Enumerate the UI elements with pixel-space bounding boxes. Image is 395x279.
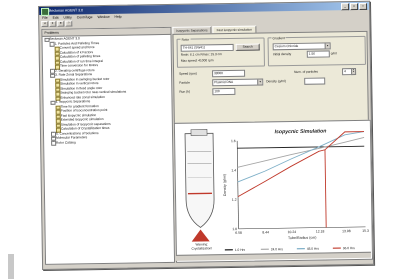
initial-density-label: Initial density [272, 52, 292, 57]
initial-density-unit: g/ml [330, 51, 337, 56]
crystallization-warning: Warning: Crystallization! [191, 242, 213, 251]
work-pane: Isopycnic Separations Fast isopycnic sim… [172, 23, 374, 263]
x-tick-label: 6.58 [235, 231, 242, 235]
gradient-group-label: Gradient [271, 35, 286, 40]
legend-label: 24.0 Hrs [271, 247, 284, 251]
particle-select[interactable]: Plasmid DNA ▼ [212, 78, 264, 87]
density-field[interactable] [304, 77, 326, 85]
cable [8, 254, 14, 279]
density-label: Density (g/ml) [266, 79, 286, 84]
rotor-name-field[interactable]: TH-641 (SW41) [180, 43, 234, 52]
rotor-search-button[interactable]: Search [235, 43, 260, 51]
gradient-group: Gradient Cesium Chloride ▼ Initial densi… [267, 35, 366, 67]
tree-item-label: Rotor Catalog [56, 139, 76, 145]
gradient-type-value: Cesium Chloride [274, 43, 299, 49]
problems-pane: Problems − Beckman AGENT 3.0−1. Particles… [41, 26, 176, 265]
rotor-group: Rotor TH-641 (SW41) Search Rmin: 6.1 cm … [176, 37, 265, 68]
simulation-graph-area: Warning: Crystallization! Isopycnic Simu… [173, 119, 374, 263]
run-time-field[interactable]: 100 [212, 87, 236, 96]
centrifuge-tube-diagram [184, 129, 215, 228]
particle-label: Particle [179, 80, 190, 85]
series-line [237, 131, 365, 183]
series-line [237, 136, 365, 168]
x-tick-label: 12.18 [316, 230, 325, 234]
rotor-info-maxspeed: Max speed: 41000 rpm [180, 58, 214, 63]
x-tick-label: 8.44 [262, 230, 269, 234]
particle-band-line [324, 149, 327, 228]
x-tick-label: 15.3 [362, 229, 369, 233]
rotor-group-label: Rotor [180, 37, 191, 42]
help-button[interactable]: ? [65, 20, 73, 27]
chevron-down-icon[interactable]: ▼ [324, 43, 330, 49]
app-window: Beckman AGENT 3.0 _ □ × File Edit Utilit… [38, 0, 375, 270]
legend-label: 1.0 Hrs [235, 248, 246, 252]
tube-outline [184, 132, 215, 228]
x-tick-label: 13.98 [342, 229, 351, 233]
y-tick-label: 1.6 [231, 139, 236, 143]
legend-label: 96.0 Hrs [343, 246, 356, 250]
x-axis-label: Tube/Radius (cm) [288, 236, 316, 240]
forward-button[interactable]: ► [49, 20, 57, 27]
run-time-label: Run (h) [179, 89, 191, 94]
speed-label: Speed (rpm) [179, 71, 197, 76]
y-axis-label: Density (g/ml) [223, 174, 227, 196]
chart-title: Isopycnic Simulation [275, 128, 327, 135]
y-axis [236, 140, 239, 229]
x-tick-label: 10.24 [288, 230, 297, 234]
parameters-form: Rotor TH-641 (SW41) Search Rmin: 6.1 cm … [172, 30, 369, 124]
speed-field[interactable]: 38000 [212, 69, 246, 78]
stop-button[interactable]: ■ [57, 20, 65, 27]
chevron-down-icon[interactable]: ▼ [257, 79, 263, 85]
window-title: Beckman AGENT 3.0 [49, 8, 84, 13]
warning-icon [191, 229, 210, 242]
initial-density-field[interactable]: 1.56 [306, 50, 330, 58]
tree-item[interactable]: − Rotor Catalog [44, 138, 172, 146]
rotor-info-radius: Rmin: 6.1 cm Rmax: 15.3 cm [180, 52, 222, 57]
num-particles-label: Num. of particles [294, 69, 319, 74]
num-particles-spinner[interactable]: ▲ ▼ [351, 68, 357, 76]
legend-label: 48.0 Hrs [307, 247, 320, 251]
back-button[interactable]: ◄ [41, 20, 49, 27]
expand-toggle-icon[interactable]: − [51, 141, 56, 146]
series-line [237, 145, 365, 149]
y-tick-label: 1.4 [231, 168, 236, 172]
isopycnic-chart: Isopycnic Simulation1.61.41.21.06.58 8.44… [223, 128, 369, 252]
tube-cap [190, 129, 208, 136]
problems-tree: − Beckman AGENT 3.0−1. Particles And Pell… [42, 35, 172, 146]
y-tick-label: 1.2 [232, 198, 237, 202]
gradient-type-select[interactable]: Cesium Chloride ▼ [272, 42, 331, 51]
particle-select-value: Plasmid DNA [214, 79, 234, 85]
series-line [237, 131, 365, 198]
